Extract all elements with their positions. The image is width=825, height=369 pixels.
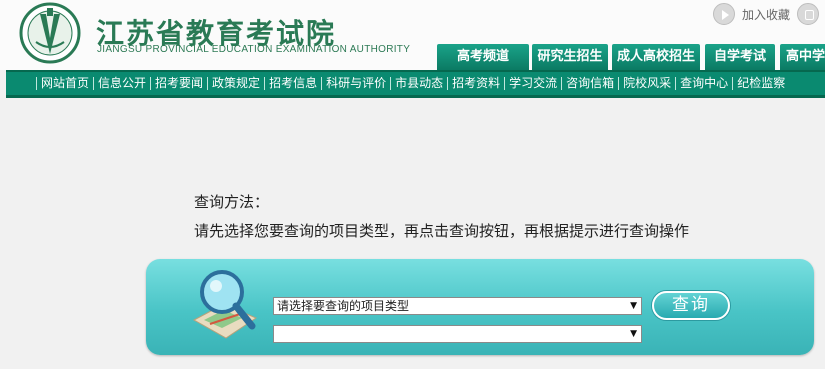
nav-item-study-exchange[interactable]: 学习交流: [504, 77, 561, 90]
query-button[interactable]: 查询: [652, 291, 730, 320]
chevron-down-icon: ▼: [630, 329, 637, 339]
nav-item-city-news[interactable]: 市县动态: [390, 77, 447, 90]
tab-graduate[interactable]: 研究生招生: [532, 44, 608, 70]
authority-logo[interactable]: [18, 2, 84, 64]
project-type-select[interactable]: 请选择要查询的项目类型 ▼: [273, 297, 642, 315]
magnifier-map-icon: [192, 270, 258, 339]
add-favorite-link[interactable]: 加入收藏: [742, 6, 790, 23]
tab-gaokao[interactable]: 高考频道: [437, 44, 529, 70]
home-icon[interactable]: [797, 3, 819, 25]
nav-item-exam-info[interactable]: 招考信息: [264, 77, 321, 90]
nav-item-info-disclosure[interactable]: 信息公开: [93, 77, 150, 90]
nav-item-research[interactable]: 科研与评价: [321, 77, 390, 90]
site-header: 江苏省教育考试院 JIANGSU PROVINCIAL EDUCATION EX…: [0, 0, 825, 70]
chevron-down-icon: ▼: [630, 301, 637, 311]
tab-high-school[interactable]: 高中学: [780, 44, 825, 70]
tab-adult-college[interactable]: 成人高校招生: [612, 44, 700, 70]
nav-item-colleges[interactable]: 院校风采: [618, 77, 675, 90]
nav-item-query-center[interactable]: 查询中心: [675, 77, 732, 90]
nav-item-exam-materials[interactable]: 招考资料: [447, 77, 504, 90]
site-subtitle: JIANGSU PROVINCIAL EDUCATION EXAMINATION…: [97, 44, 411, 55]
query-method-heading: 查询方法：: [194, 193, 270, 211]
nav-item-policy[interactable]: 政策规定: [207, 77, 264, 90]
sub-item-select[interactable]: ▼: [273, 325, 642, 343]
nav-item-mailbox[interactable]: 咨询信箱: [561, 77, 618, 90]
project-type-select-value: 请选择要查询的项目类型: [277, 299, 410, 313]
tab-self-study[interactable]: 自学考试: [705, 44, 775, 70]
nav-item-exam-news[interactable]: 招考要闻: [150, 77, 207, 90]
nav-item-home[interactable]: 网站首页: [36, 77, 93, 90]
nav-item-discipline[interactable]: 纪检监察: [732, 77, 789, 90]
main-nav: 网站首页 信息公开 招考要闻 政策规定 招考信息 科研与评价 市县动态 招考资料…: [6, 70, 825, 98]
add-favorite-icon[interactable]: [713, 3, 735, 25]
query-method-text: 请先选择您要查询的项目类型，再点击查询按钮，再根据提示进行查询操作: [194, 222, 690, 240]
